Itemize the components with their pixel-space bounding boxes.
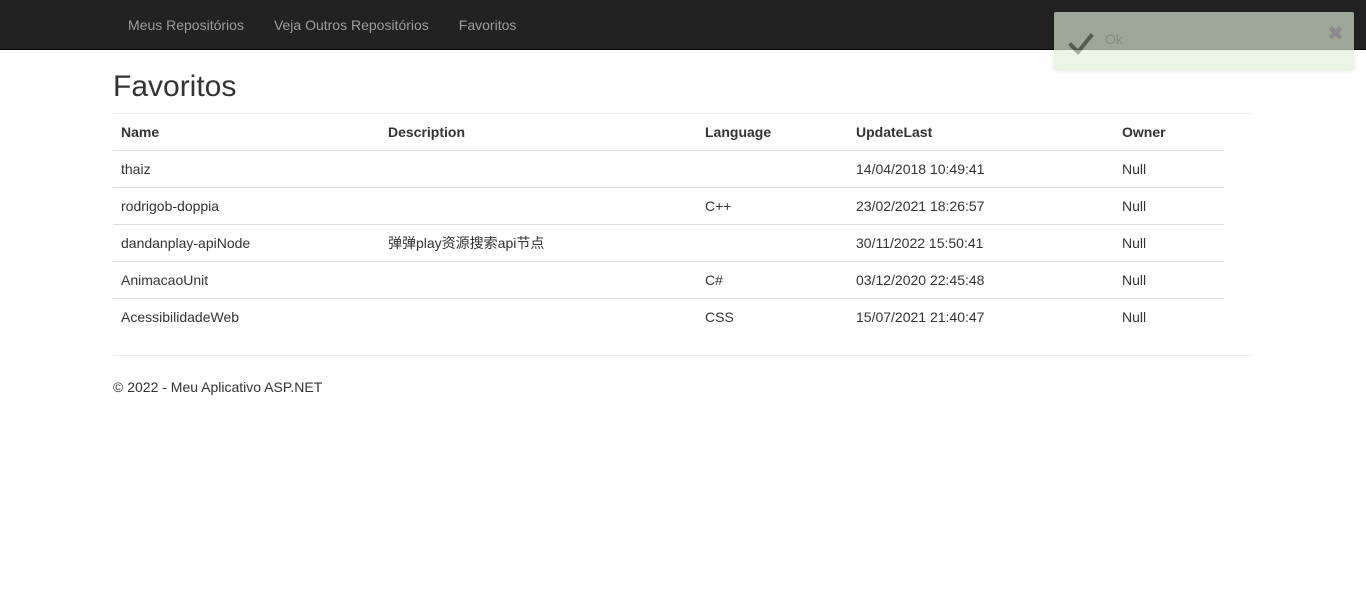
footer-divider: [113, 355, 1253, 356]
checkmark-icon: [1068, 31, 1094, 57]
cell-description: [380, 298, 697, 335]
cell-update-last: 03/12/2020 22:45:48: [848, 261, 1114, 299]
cell-update-last: 23/02/2021 18:26:57: [848, 187, 1114, 225]
favorites-table: Name Description Language UpdateLast Own…: [113, 114, 1224, 335]
table-row: rodrigob-doppia C++ 23/02/2021 18:26:57 …: [113, 187, 1224, 225]
cell-language: [697, 224, 848, 262]
nav-menu: Meus Repositórios Veja Outros Repositóri…: [113, 0, 531, 50]
header-description: Description: [380, 114, 697, 151]
nav-item-meus-repositorios: Meus Repositórios: [113, 0, 259, 50]
cell-description: [380, 261, 697, 299]
cell-owner: Null: [1114, 261, 1224, 299]
cell-language: CSS: [697, 298, 848, 335]
cell-owner: Null: [1114, 187, 1224, 225]
table-row: AnimacaoUnit C# 03/12/2020 22:45:48 Null: [113, 261, 1224, 299]
footer: © 2022 - Meu Aplicativo ASP.NET: [113, 377, 1253, 397]
cell-description: [380, 151, 697, 188]
table-header-row: Name Description Language UpdateLast Own…: [113, 114, 1224, 151]
nav-item-veja-outros-repositorios: Veja Outros Repositórios: [259, 0, 444, 50]
nav-link-favoritos[interactable]: Favoritos: [444, 0, 532, 50]
nav-link-veja-outros-repositorios[interactable]: Veja Outros Repositórios: [259, 0, 444, 50]
cell-update-last: 30/11/2022 15:50:41: [848, 224, 1114, 262]
main-container: Favoritos Name Description Language Upda…: [113, 50, 1253, 397]
table-header: Name Description Language UpdateLast Own…: [113, 114, 1224, 151]
cell-language: C#: [697, 261, 848, 299]
nav-link-meus-repositorios[interactable]: Meus Repositórios: [113, 0, 259, 50]
cell-owner: Null: [1114, 298, 1224, 335]
table-body: thaiz 14/04/2018 10:49:41 Null rodrigob-…: [113, 151, 1224, 335]
header-update-last: UpdateLast: [848, 114, 1114, 151]
table-row: AcessibilidadeWeb CSS 15/07/2021 21:40:4…: [113, 298, 1224, 335]
cell-name: AcessibilidadeWeb: [113, 298, 380, 335]
table-row: dandanplay-apiNode 弹弹play资源搜索api节点 30/11…: [113, 224, 1224, 262]
cell-language: [697, 151, 848, 188]
footer-text: © 2022 - Meu Aplicativo ASP.NET: [113, 379, 323, 395]
cell-update-last: 15/07/2021 21:40:47: [848, 298, 1114, 335]
cell-owner: Null: [1114, 224, 1224, 262]
cell-description: 弹弹play资源搜索api节点: [380, 224, 697, 262]
cell-name: dandanplay-apiNode: [113, 224, 380, 262]
cell-name: thaiz: [121, 161, 151, 177]
cell-update-last: 14/04/2018 10:49:41: [856, 161, 985, 177]
cell-name: rodrigob-doppia: [113, 187, 380, 225]
page-title: Favoritos: [113, 70, 237, 103]
header-language: Language: [697, 114, 848, 151]
header-name: Name: [113, 114, 380, 151]
nav-item-favoritos: Favoritos: [444, 0, 532, 50]
cell-language: C++: [697, 187, 848, 225]
success-toast[interactable]: Ok ✖: [1054, 12, 1354, 71]
table-row: thaiz 14/04/2018 10:49:41 Null: [113, 151, 1224, 188]
cell-name: AnimacaoUnit: [113, 261, 380, 299]
header-owner: Owner: [1114, 114, 1224, 151]
toast-message: Ok: [1105, 31, 1123, 47]
cell-description: [380, 187, 697, 225]
toast-close-button[interactable]: ✖: [1327, 24, 1344, 44]
cell-owner: Null: [1122, 161, 1147, 177]
